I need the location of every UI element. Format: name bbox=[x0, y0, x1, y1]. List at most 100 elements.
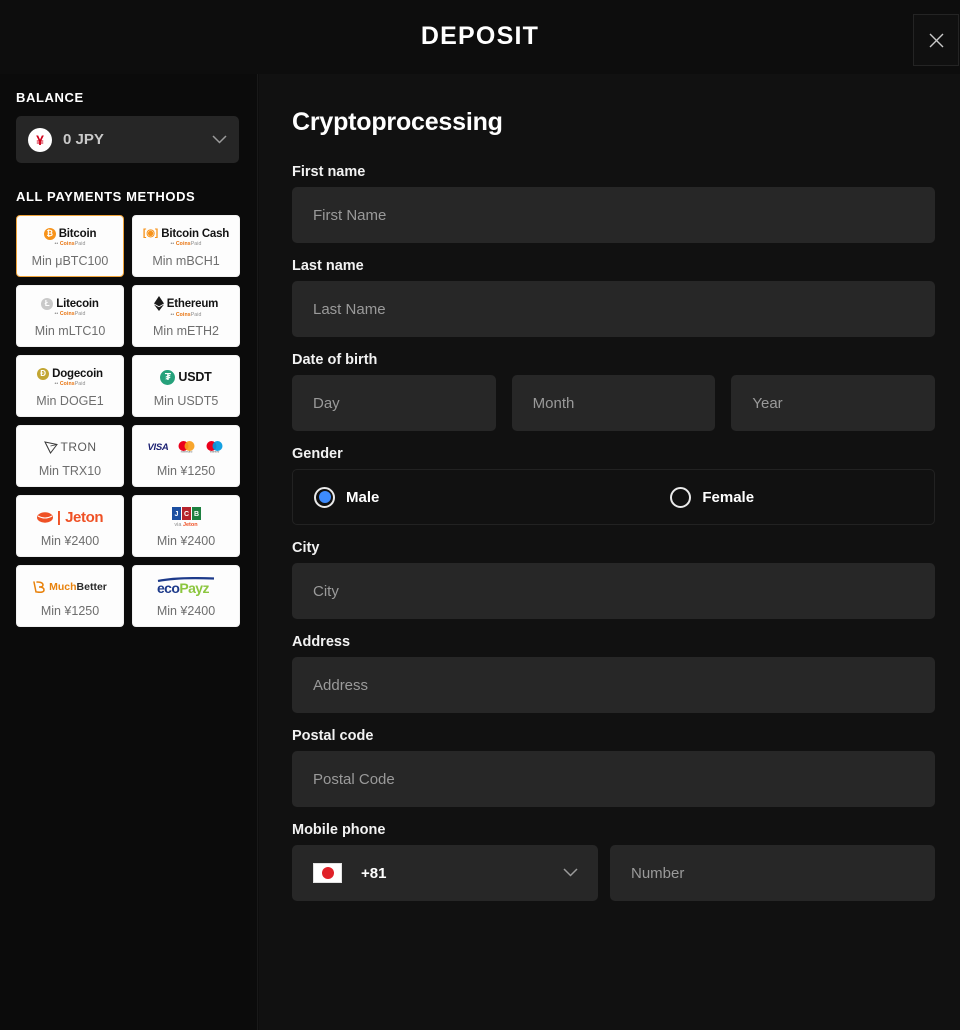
modal-header: DEPOSIT bbox=[0, 0, 960, 74]
gender-option-male[interactable]: Male bbox=[314, 486, 380, 508]
bitcoin-icon: ₿ Bitcoin •• CoinsPaid bbox=[43, 224, 97, 250]
gender-female-label: Female bbox=[702, 488, 755, 506]
city-label: City bbox=[292, 540, 320, 556]
litecoin-icon: Ł Litecoin •• CoinsPaid bbox=[41, 294, 99, 320]
page-title: DEPOSIT bbox=[420, 22, 540, 50]
chevron-down-icon bbox=[212, 131, 227, 149]
payment-method-name: Bitcoin Cash bbox=[161, 227, 230, 240]
date-of-birth-label: Date of birth bbox=[292, 352, 378, 368]
chevron-down-icon bbox=[563, 864, 578, 882]
payment-method-min: Min ¥2400 bbox=[40, 534, 100, 548]
gender-male-label: Male bbox=[346, 488, 380, 506]
jcb-icon: J C B via Jeton bbox=[171, 504, 201, 530]
payment-method-min: Min ¥1250 bbox=[156, 464, 216, 478]
bitcoin-cash-icon: [◉] Bitcoin Cash •• CoinsPaid bbox=[142, 227, 230, 247]
dogecoin-icon: Đ Dogecoin •• CoinsPaid bbox=[37, 364, 103, 390]
form-title: Cryptoprocessing bbox=[292, 108, 503, 136]
radio-icon-female bbox=[670, 486, 692, 508]
country-code-select[interactable]: +81 bbox=[292, 845, 598, 901]
payment-method-name: Jeton bbox=[65, 508, 104, 526]
provider-label: •• CoinsPaid bbox=[54, 240, 86, 247]
payment-method-min: Min DOGE1 bbox=[36, 394, 104, 408]
dob-day-input[interactable]: Day bbox=[292, 375, 496, 431]
gender-label: Gender bbox=[292, 446, 343, 462]
svg-text:J: J bbox=[174, 511, 178, 518]
payment-method-name: Dogecoin bbox=[52, 367, 103, 380]
payment-method-bitcoin[interactable]: ₿ Bitcoin •• CoinsPaid Min μBTC100 bbox=[16, 215, 124, 277]
payment-method-name: TRON bbox=[60, 440, 97, 454]
country-code-value: +81 bbox=[361, 864, 387, 882]
postal-code-input[interactable]: Postal Code bbox=[292, 751, 935, 807]
jeton-icon: | Jeton bbox=[36, 504, 104, 530]
deposit-form: Cryptoprocessing First name First Name L… bbox=[259, 74, 960, 1030]
payment-method-muchbetter[interactable]: MuchBetter Min ¥1250 bbox=[16, 565, 124, 627]
dob-month-input[interactable]: Month bbox=[511, 375, 716, 431]
svg-text:C: C bbox=[183, 511, 188, 518]
payment-method-ethereum[interactable]: Ethereum •• CoinsPaid Min mETH2 bbox=[132, 285, 240, 347]
payment-method-min: Min mLTC10 bbox=[34, 324, 106, 338]
radio-icon-male bbox=[314, 486, 335, 508]
yen-icon: ¥ bbox=[28, 127, 52, 152]
address-input[interactable]: Address bbox=[292, 657, 935, 713]
payment-method-min: Min mBCH1 bbox=[152, 254, 220, 268]
payment-method-min: Min ¥1250 bbox=[40, 604, 100, 618]
balance-heading: BALANCE bbox=[16, 90, 84, 105]
tron-icon: TRON bbox=[43, 434, 97, 460]
payment-method-min: Min ¥2400 bbox=[156, 604, 216, 618]
first-name-label: First name bbox=[292, 164, 366, 180]
payment-method-jcb[interactable]: J C B via Jeton Min ¥2400 bbox=[132, 495, 240, 557]
payment-method-min: Min USDT5 bbox=[153, 394, 219, 408]
payment-method-ecopayz[interactable]: ecoPayz Min ¥2400 bbox=[132, 565, 240, 627]
postal-code-label: Postal code bbox=[292, 728, 374, 744]
methods-heading: ALL PAYMENTS METHODS bbox=[16, 189, 196, 204]
close-icon bbox=[928, 32, 945, 49]
payment-method-name: USDT bbox=[178, 370, 212, 384]
payment-method-tron[interactable]: TRON Min TRX10 bbox=[16, 425, 124, 487]
payment-method-min: Min ¥2400 bbox=[156, 534, 216, 548]
payment-method-usdt[interactable]: ₮ USDT Min USDT5 bbox=[132, 355, 240, 417]
last-name-input[interactable]: Last Name bbox=[292, 281, 935, 337]
payment-method-litecoin[interactable]: Ł Litecoin •• CoinsPaid Min mLTC10 bbox=[16, 285, 124, 347]
svg-text:mastercard: mastercard bbox=[181, 451, 193, 453]
field-last-name: Last name Last Name bbox=[292, 258, 935, 337]
provider-label: •• CoinsPaid bbox=[54, 380, 86, 387]
deposit-modal: DEPOSIT BALANCE ¥ 0 JPY ALL PAYMENTS MET… bbox=[0, 0, 960, 1030]
provider-label: •• CoinsPaid bbox=[170, 312, 202, 318]
gender-options: Male Female bbox=[292, 469, 935, 525]
svg-text:maestro: maestro bbox=[210, 450, 220, 453]
payment-methods-grid: ₿ Bitcoin •• CoinsPaid Min μBTC100 [◉] B… bbox=[16, 215, 241, 627]
provider-label: •• CoinsPaid bbox=[170, 240, 202, 247]
payment-method-min: Min mETH2 bbox=[153, 324, 219, 338]
field-gender: Gender Male Female bbox=[292, 446, 935, 525]
sidebar: BALANCE ¥ 0 JPY ALL PAYMENTS METHODS ₿ B… bbox=[0, 74, 258, 1030]
payment-method-bitcoin-cash[interactable]: [◉] Bitcoin Cash •• CoinsPaid Min mBCH1 bbox=[132, 215, 240, 277]
payment-method-min: Min TRX10 bbox=[38, 464, 102, 478]
phone-number-input[interactable]: Number bbox=[610, 845, 935, 901]
muchbetter-icon: MuchBetter bbox=[33, 574, 107, 600]
field-first-name: First name First Name bbox=[292, 164, 935, 243]
city-input[interactable]: City bbox=[292, 563, 935, 619]
first-name-input[interactable]: First Name bbox=[292, 187, 935, 243]
close-button[interactable] bbox=[913, 14, 959, 66]
last-name-label: Last name bbox=[292, 258, 364, 274]
mobile-phone-label: Mobile phone bbox=[292, 822, 386, 838]
balance-value: 0 JPY bbox=[63, 131, 104, 148]
field-postal-code: Postal code Postal Code bbox=[292, 728, 935, 807]
japan-flag-icon bbox=[313, 863, 342, 883]
payment-method-jeton[interactable]: | Jeton Min ¥2400 bbox=[16, 495, 124, 557]
address-label: Address bbox=[292, 634, 351, 650]
ethereum-icon: Ethereum •• CoinsPaid bbox=[153, 294, 219, 320]
balance-select[interactable]: ¥ 0 JPY bbox=[16, 116, 239, 163]
field-mobile-phone: Mobile phone +81 Number bbox=[292, 822, 935, 901]
payment-method-name: Litecoin bbox=[56, 297, 99, 310]
payment-method-cards[interactable]: VISA mastercard maestro Min ¥1250 bbox=[132, 425, 240, 487]
payment-method-min: Min μBTC100 bbox=[31, 254, 109, 268]
tether-icon: ₮ USDT bbox=[160, 364, 212, 390]
gender-option-female[interactable]: Female bbox=[670, 486, 755, 508]
payment-method-name: Bitcoin bbox=[58, 227, 97, 240]
dob-year-input[interactable]: Year bbox=[731, 375, 936, 431]
payment-method-name: Ethereum bbox=[166, 297, 219, 310]
payment-method-dogecoin[interactable]: Đ Dogecoin •• CoinsPaid Min DOGE1 bbox=[16, 355, 124, 417]
field-date-of-birth: Date of birth Day Month Year bbox=[292, 352, 936, 431]
ecopayz-icon: ecoPayz bbox=[157, 574, 215, 600]
